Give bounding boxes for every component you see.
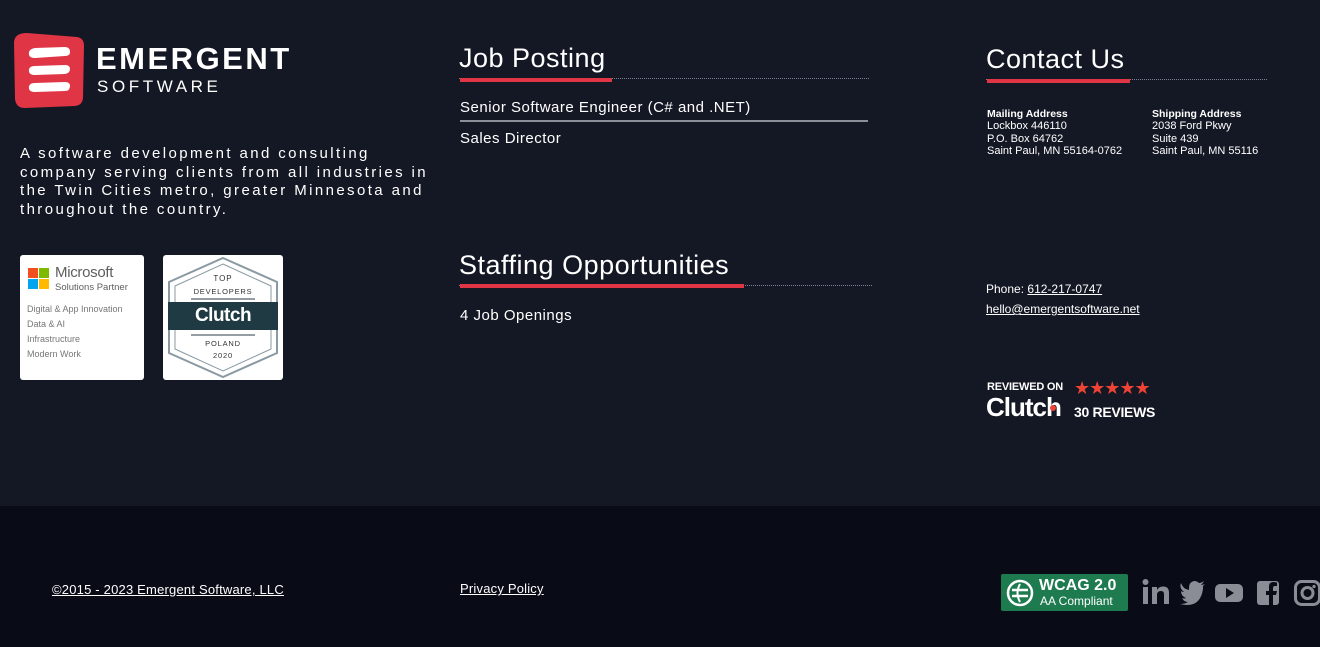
microsoft-partner-badge[interactable]: Microsoft Solutions Partner Digital & Ap…: [20, 255, 144, 380]
instagram-icon[interactable]: [1294, 578, 1320, 606]
review-count: 30 REVIEWS: [1074, 404, 1156, 420]
address-line: Lockbox 446110: [987, 120, 1067, 132]
microsoft-name: Microsoft: [55, 264, 114, 281]
badge-top-label: TOP: [213, 274, 233, 283]
job-link-senior-engineer[interactable]: Senior Software Engineer (C# and .NET): [460, 99, 751, 117]
emergent-logo-icon[interactable]: [13, 31, 85, 109]
address-line: 2038 Ford Pkwy: [1152, 120, 1232, 132]
badge-clutch-brand: Clutch: [194, 305, 252, 326]
linkedin-icon[interactable]: [1142, 578, 1170, 606]
specialization-item: Modern Work: [27, 349, 81, 359]
heading-accent-bar: [460, 78, 612, 82]
wcag-logo-icon: [1006, 579, 1034, 607]
specialization-item: Data & AI: [27, 319, 66, 329]
contact-heading: Contact Us: [986, 44, 1125, 74]
staffing-heading: Staffing Opportunities: [459, 250, 730, 280]
shipping-address: Shipping Address 2038 Ford Pkwy Suite 43…: [1152, 108, 1258, 158]
microsoft-specializations: Digital & App Innovation Data & AI Infra…: [27, 302, 123, 362]
address-line: Saint Paul, MN 55164-0762: [987, 145, 1123, 158]
clutch-top-developers-badge[interactable]: TOP DEVELOPERS Clutch POLAND 2020: [163, 255, 283, 380]
specialization-item: Infrastructure: [27, 334, 81, 344]
badge-year: 2020: [213, 351, 233, 360]
wcag-compliance-badge[interactable]: WCAG 2.0 AA Compliant: [1001, 574, 1128, 611]
phone-row: Phone: 612-217-0747: [986, 282, 1102, 296]
heading-accent-bar: [460, 284, 744, 288]
job-posting-heading: Job Posting: [459, 43, 606, 73]
mailing-address-title: Mailing Address: [987, 108, 1068, 120]
job-link-sales-director[interactable]: Sales Director: [460, 130, 561, 148]
heading-accent-bar: [987, 79, 1130, 83]
phone-link[interactable]: 612-217-0747: [1027, 282, 1102, 296]
address-line: Saint Paul, MN 55116: [1152, 145, 1259, 158]
privacy-policy-link[interactable]: Privacy Policy: [460, 581, 544, 596]
email-link[interactable]: hello@emergentsoftware.net: [986, 302, 1140, 316]
clutch-dot-icon: [1050, 405, 1056, 411]
job-openings-link[interactable]: 4 Job Openings: [460, 307, 572, 325]
address-line: P.O. Box 64762: [987, 132, 1064, 145]
microsoft-logo-icon: [28, 268, 49, 289]
address-line: Suite 439: [1152, 132, 1199, 145]
wcag-title: WCAG 2.0: [1039, 577, 1117, 594]
mailing-address: Mailing Address Lockbox 446110 P.O. Box …: [987, 108, 1122, 158]
specialization-item: Digital & App Innovation: [27, 304, 123, 314]
badge-developers-label: DEVELOPERS: [193, 287, 253, 296]
wcag-subtitle: AA Compliant: [1040, 594, 1113, 608]
youtube-icon[interactable]: [1215, 578, 1243, 606]
brand-name[interactable]: EMERGENT: [96, 41, 292, 77]
copyright-link[interactable]: ©2015 - 2023 Emergent Software, LLC: [52, 582, 284, 597]
facebook-icon[interactable]: [1257, 578, 1281, 606]
twitter-icon[interactable]: [1180, 578, 1206, 606]
job-list-divider: [460, 120, 868, 122]
badge-country: POLAND: [205, 339, 241, 348]
shipping-address-title: Shipping Address: [1152, 108, 1242, 120]
company-tagline: A software development and consulting co…: [20, 145, 429, 218]
phone-label: Phone:: [986, 282, 1025, 296]
star-rating-icon: ★★★★★: [1074, 378, 1151, 398]
microsoft-subtitle: Solutions Partner: [55, 282, 128, 293]
brand-subtitle: SOFTWARE: [97, 77, 222, 96]
